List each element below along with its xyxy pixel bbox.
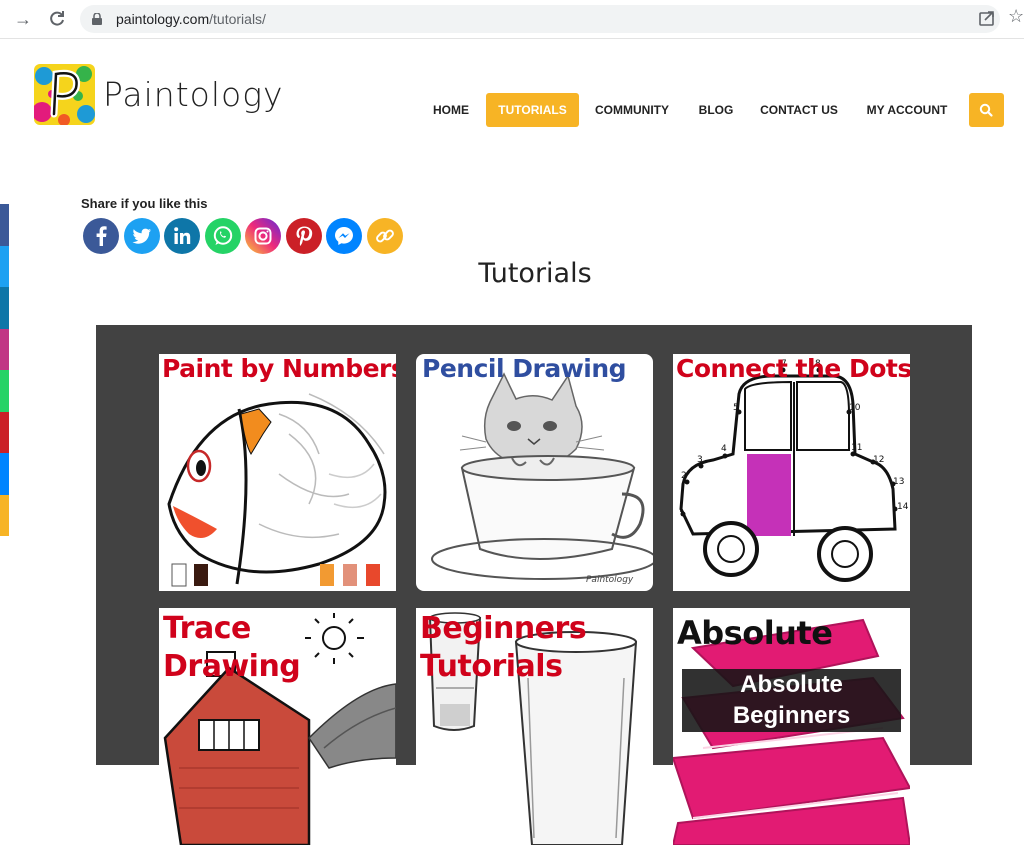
nav-blog[interactable]: BLOG <box>691 93 741 127</box>
tutorial-title: Beginners Tutorials <box>420 611 587 684</box>
twitter-icon[interactable] <box>123 218 160 254</box>
tutorial-card-pencil-drawing[interactable]: Paintology Pencil Drawing <box>416 354 653 591</box>
facebook-icon[interactable] <box>83 218 119 254</box>
svg-text:10: 10 <box>849 403 861 413</box>
side-copy-link-icon[interactable] <box>0 494 9 536</box>
tutorial-title: Paint by Numbers <box>162 354 396 383</box>
svg-text:13: 13 <box>893 477 904 487</box>
nav-my-account[interactable]: MY ACCOUNT <box>860 93 954 127</box>
lock-icon <box>92 13 102 25</box>
side-facebook-icon[interactable] <box>0 204 9 246</box>
whatsapp-icon[interactable] <box>204 218 241 254</box>
browser-toolbar: → paintology.com/tutorials/ ☆ <box>0 0 1024 39</box>
svg-text:Paintology: Paintology <box>586 575 634 585</box>
side-linkedin-icon[interactable] <box>0 287 9 329</box>
svg-text:1: 1 <box>679 505 685 515</box>
svg-text:12: 12 <box>873 455 884 465</box>
bookmark-star-icon[interactable]: ☆ <box>1008 6 1024 27</box>
tutorial-card-beginners-tutorials[interactable]: Beginners Tutorials <box>416 608 653 845</box>
svg-text:11: 11 <box>851 443 862 453</box>
tutorial-card-absolute-beginners[interactable]: Absolute Absolute Beginners <box>673 608 910 845</box>
svg-text:2: 2 <box>681 471 687 481</box>
tutorial-card-trace-drawing[interactable]: Trace Drawing <box>159 608 396 845</box>
share-page-icon[interactable] <box>978 9 996 27</box>
kitten-in-cup-illustration: Paintology <box>431 372 653 585</box>
linkedin-icon[interactable] <box>164 218 200 254</box>
reload-icon[interactable] <box>47 9 67 29</box>
page-title: Tutorials <box>478 258 592 289</box>
svg-text:3: 3 <box>697 455 703 465</box>
search-button[interactable] <box>969 93 1004 127</box>
fish-illustration <box>167 393 387 587</box>
car-dots-illustration: 1 2 3 4 5 7 8 10 11 12 13 14 <box>679 359 909 582</box>
svg-text:4: 4 <box>721 444 727 454</box>
floating-share-strip <box>0 204 9 536</box>
tutorial-overlay-label: Absolute Beginners <box>682 669 901 732</box>
messenger-icon[interactable] <box>326 218 362 254</box>
address-bar[interactable]: paintology.com/tutorials/ <box>80 5 1000 33</box>
nav-community[interactable]: COMMUNITY <box>587 93 677 127</box>
forward-arrow-icon[interactable]: → <box>13 9 33 29</box>
svg-text:14: 14 <box>897 502 909 512</box>
logo-text[interactable]: Paintology <box>103 75 284 114</box>
tutorial-title: Pencil Drawing <box>422 354 627 383</box>
tutorial-title: Trace Drawing <box>163 611 301 684</box>
nav-home[interactable]: HOME <box>420 93 482 127</box>
side-instagram-icon[interactable] <box>0 328 9 370</box>
url-text: paintology.com/tutorials/ <box>116 11 266 27</box>
pinterest-icon[interactable] <box>285 218 322 254</box>
instagram-icon[interactable] <box>245 218 281 254</box>
share-label: Share if you like this <box>81 196 208 211</box>
search-icon <box>979 103 993 117</box>
copy-link-icon[interactable] <box>366 218 403 254</box>
svg-text:5: 5 <box>733 403 739 413</box>
logo-icon[interactable] <box>34 64 95 125</box>
side-pinterest-icon[interactable] <box>0 411 9 453</box>
tutorial-card-connect-the-dots[interactable]: 1 2 3 4 5 7 8 10 11 12 13 14 Connect the… <box>673 354 910 591</box>
tutorial-card-paint-by-numbers[interactable]: Paint by Numbers <box>159 354 396 591</box>
nav-tutorials[interactable]: TUTORIALS <box>486 93 579 127</box>
nav-contact-us[interactable]: CONTACT US <box>754 93 844 127</box>
side-messenger-icon[interactable] <box>0 453 9 495</box>
tutorials-grid: Paint by Numbers Paintology Pencil Drawi… <box>96 325 972 845</box>
tutorial-title: Absolute <box>677 614 833 652</box>
tutorial-title: Connect the Dots <box>676 354 910 383</box>
side-whatsapp-icon[interactable] <box>0 370 9 412</box>
